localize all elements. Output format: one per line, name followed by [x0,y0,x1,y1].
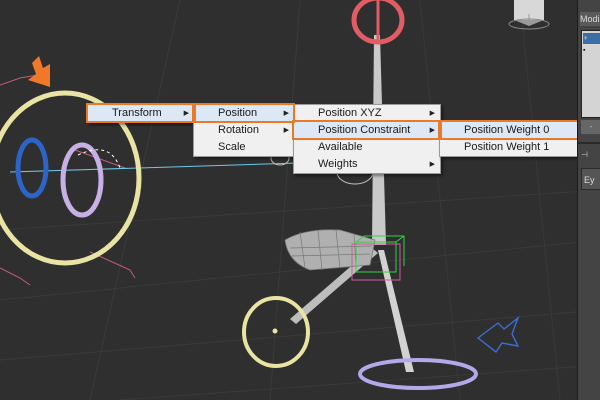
menu-item-rotation-label: Rotation [218,124,259,136]
viewport-scene[interactable] [0,0,600,400]
panel-divider [578,142,600,144]
submenu-arrow-icon: ▶ [429,127,435,134]
menu-item-available-label: Available [318,141,363,153]
submenu-position-rotation-scale: Position ▶ Rotation ▶ Scale [193,104,295,157]
modify-tab[interactable]: Modi [580,12,600,26]
submenu-arrow-icon: ▶ [283,127,289,134]
cyan-axis-line [9,161,331,173]
menu-item-position-constraint-label: Position Constraint [318,124,411,136]
modifier-stack-item[interactable]: ♀ [583,33,600,44]
viewport[interactable]: Transform ▶ Position ▶ Rotation ▶ Scale … [0,0,600,400]
manipulator-helper-icon[interactable] [476,315,520,354]
pointer-arrow-icon [28,56,50,87]
submenu-arrow-icon: ▶ [283,110,289,117]
mesh-wall[interactable] [284,229,376,271]
menu-item-transform-label: Transform [112,107,162,119]
menu-item-position-weight-0-label: Position Weight 0 [464,124,550,136]
menu-item-scale-label: Scale [218,141,246,153]
submenu-position-weights: Position Weight 0 Position Weight 1 [439,121,579,157]
lavender-ring[interactable] [358,358,478,390]
menu-item-position-xyz-label: Position XYZ [318,107,382,119]
panel-row-icon[interactable]: ⊣ [581,150,600,160]
yellow-ring-center [272,328,278,334]
menu-item-transform[interactable]: Transform ▶ [88,105,194,122]
command-panel: Modi ♀ ▪ - ⊣ Ey [577,0,600,400]
view-cube-icon[interactable] [514,0,544,26]
panel-button[interactable]: - [581,120,600,134]
menu-item-available[interactable]: Available [294,139,440,156]
submenu-position-controllers: Position XYZ ▶ Position Constraint ▶ Ava… [293,104,441,174]
menu-item-position[interactable]: Position ▶ [194,105,294,122]
menu-item-position-constraint[interactable]: Position Constraint ▶ [294,122,440,139]
rollout-header[interactable]: Ey [581,168,600,190]
menu-item-weights-label: Weights [318,158,358,170]
menu-item-weights[interactable]: Weights ▶ [294,156,440,173]
blue-ring[interactable] [15,137,49,199]
modifier-stack-item[interactable]: ▪ [583,45,600,56]
submenu-arrow-icon: ▶ [429,110,435,117]
purple-ring[interactable] [60,142,104,218]
quad-menu-transform: Transform ▶ [87,104,195,123]
menu-item-scale[interactable]: Scale [194,139,294,156]
submenu-arrow-icon: ▶ [183,110,189,117]
modifier-stack-list[interactable]: ♀ ▪ [581,30,600,118]
menu-item-position-weight-1-label: Position Weight 1 [464,141,550,153]
grid-lines [0,0,600,400]
submenu-arrow-icon: ▶ [429,161,435,168]
menu-item-position-weight-0[interactable]: Position Weight 0 [440,122,578,139]
menu-item-position-weight-1[interactable]: Position Weight 1 [440,139,578,156]
menu-item-rotation[interactable]: Rotation ▶ [194,122,294,139]
menu-item-position-xyz[interactable]: Position XYZ ▶ [294,105,440,122]
menu-item-position-label: Position [218,107,258,119]
